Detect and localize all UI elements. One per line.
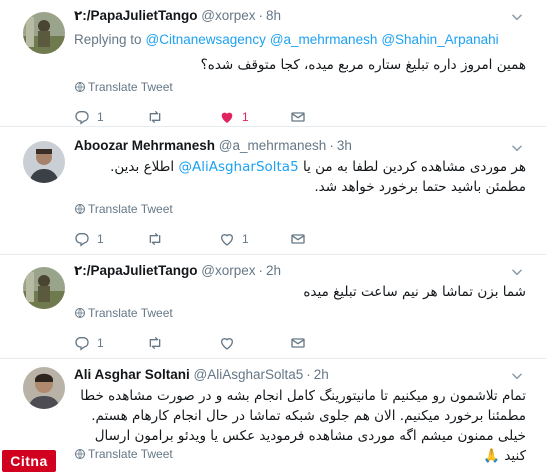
tweet-actions: 1 1 xyxy=(74,107,374,127)
translate-tweet[interactable]: Translate Tweet xyxy=(74,202,173,216)
avatar[interactable] xyxy=(23,141,65,183)
envelope-icon xyxy=(290,231,306,247)
mention-link[interactable]: @a_mehrmanesh xyxy=(270,32,378,47)
timestamp[interactable]: 8h xyxy=(266,8,281,23)
translate-label: Translate Tweet xyxy=(88,80,173,94)
tweet[interactable]: Ali Asghar Soltani @AliAsgharSolta5 · 2h ت… xyxy=(0,359,546,475)
globe-icon xyxy=(74,81,86,93)
translate-label: Translate Tweet xyxy=(88,306,173,320)
translate-tweet[interactable]: Translate Tweet xyxy=(74,80,173,94)
tweet-text: شما بزن تماشا هر نیم ساعت تبلیغ میده xyxy=(303,284,526,300)
chevron-down-icon[interactable] xyxy=(510,10,524,24)
envelope-icon xyxy=(290,109,306,125)
display-name[interactable]: Ali Asghar Soltani xyxy=(74,367,190,382)
reply-count: 1 xyxy=(97,232,104,246)
heart-icon xyxy=(219,335,235,351)
tweet-header: Aboozar Mehrmanesh @a_mehrmanesh · 3h xyxy=(74,138,352,156)
globe-icon xyxy=(74,307,86,319)
globe-icon xyxy=(74,448,86,460)
separator: · xyxy=(258,8,264,23)
heart-icon xyxy=(219,231,235,247)
tweet-header: Ali Asghar Soltani @AliAsgharSolta5 · 2h xyxy=(74,367,329,385)
mention-link[interactable]: @Shahin_Arpanahi xyxy=(381,32,498,47)
timestamp[interactable]: 3h xyxy=(337,138,352,153)
retweet-button[interactable] xyxy=(147,333,170,353)
reply-icon xyxy=(74,231,90,247)
heart-icon xyxy=(219,109,235,125)
separator: · xyxy=(306,367,311,382)
translate-tweet[interactable]: Translate Tweet xyxy=(74,447,173,461)
dm-button[interactable] xyxy=(290,333,306,353)
mention-link[interactable]: @AliAsgharSolta5 xyxy=(178,159,298,175)
tweet[interactable]: ٢:/PapaJulietTango @xorpex · 2h شما بزن تم… xyxy=(0,255,546,359)
display-name[interactable]: Aboozar Mehrmanesh xyxy=(74,138,215,153)
user-handle[interactable]: @AliAsgharSolta5 xyxy=(194,367,304,382)
reply-icon xyxy=(74,335,90,351)
timestamp[interactable]: 2h xyxy=(314,367,329,382)
tweet-text: هر موردی مشاهده کردین لطفا به من یا @Ali… xyxy=(74,157,526,197)
globe-icon xyxy=(74,203,86,215)
chevron-down-icon[interactable] xyxy=(510,141,524,155)
tweet-text-part: هر موردی مشاهده کردین لطفا به من یا xyxy=(302,159,526,175)
avatar[interactable] xyxy=(23,267,65,309)
retweet-icon xyxy=(147,335,163,351)
replying-to: Replying to @Citnanewsagency @a_mehrmanesh… xyxy=(74,32,499,47)
replying-prefix: Replying to xyxy=(74,32,142,47)
mention-link[interactable]: @Citnanewsagency xyxy=(146,32,266,47)
reply-count: 1 xyxy=(97,110,104,124)
display-name[interactable]: ٢:/PapaJulietTango xyxy=(74,8,198,23)
reply-button[interactable]: 1 xyxy=(74,229,104,249)
tweet-header: ٢:/PapaJulietTango @xorpex · 8h xyxy=(74,8,281,26)
like-button[interactable]: 1 xyxy=(219,229,249,249)
translate-label: Translate Tweet xyxy=(88,447,173,461)
display-name[interactable]: ٢:/PapaJulietTango xyxy=(74,263,198,278)
tweet-header: ٢:/PapaJulietTango @xorpex · 2h xyxy=(74,263,281,281)
user-handle[interactable]: @xorpex xyxy=(201,8,255,23)
chevron-down-icon[interactable] xyxy=(510,265,524,279)
reply-button[interactable]: 1 xyxy=(74,107,104,127)
like-count: 1 xyxy=(242,110,249,124)
separator: · xyxy=(329,138,334,153)
user-handle[interactable]: @xorpex xyxy=(201,263,255,278)
avatar[interactable] xyxy=(23,367,65,409)
tweet-actions: 1 xyxy=(74,333,374,353)
like-count: 1 xyxy=(242,232,249,246)
user-handle[interactable]: @a_mehrmanesh xyxy=(219,138,327,153)
dm-button[interactable] xyxy=(290,107,306,127)
chevron-down-icon[interactable] xyxy=(510,369,524,383)
tweet[interactable]: ٢:/PapaJulietTango @xorpex · 8h Replying t… xyxy=(0,0,546,127)
tweet-text: همین امروز داره تبلیغ ستاره مربع میده، ک… xyxy=(200,57,526,73)
reply-icon xyxy=(74,109,90,125)
translate-tweet[interactable]: Translate Tweet xyxy=(74,306,173,320)
reply-count: 1 xyxy=(97,336,104,350)
tweet[interactable]: Aboozar Mehrmanesh @a_mehrmanesh · 3h هر م… xyxy=(0,127,546,255)
tweet-actions: 1 1 xyxy=(74,229,374,249)
citna-watermark-logo: Citna xyxy=(2,450,56,472)
separator: · xyxy=(258,263,264,278)
retweet-button[interactable] xyxy=(147,107,170,127)
like-button[interactable]: 1 xyxy=(219,107,249,127)
like-button[interactable] xyxy=(219,333,242,353)
timestamp[interactable]: 2h xyxy=(266,263,281,278)
reply-button[interactable]: 1 xyxy=(74,333,104,353)
retweet-button[interactable] xyxy=(147,229,170,249)
retweet-icon xyxy=(147,109,163,125)
retweet-icon xyxy=(147,231,163,247)
envelope-icon xyxy=(290,335,306,351)
translate-label: Translate Tweet xyxy=(88,202,173,216)
avatar[interactable] xyxy=(23,12,65,54)
dm-button[interactable] xyxy=(290,229,306,249)
